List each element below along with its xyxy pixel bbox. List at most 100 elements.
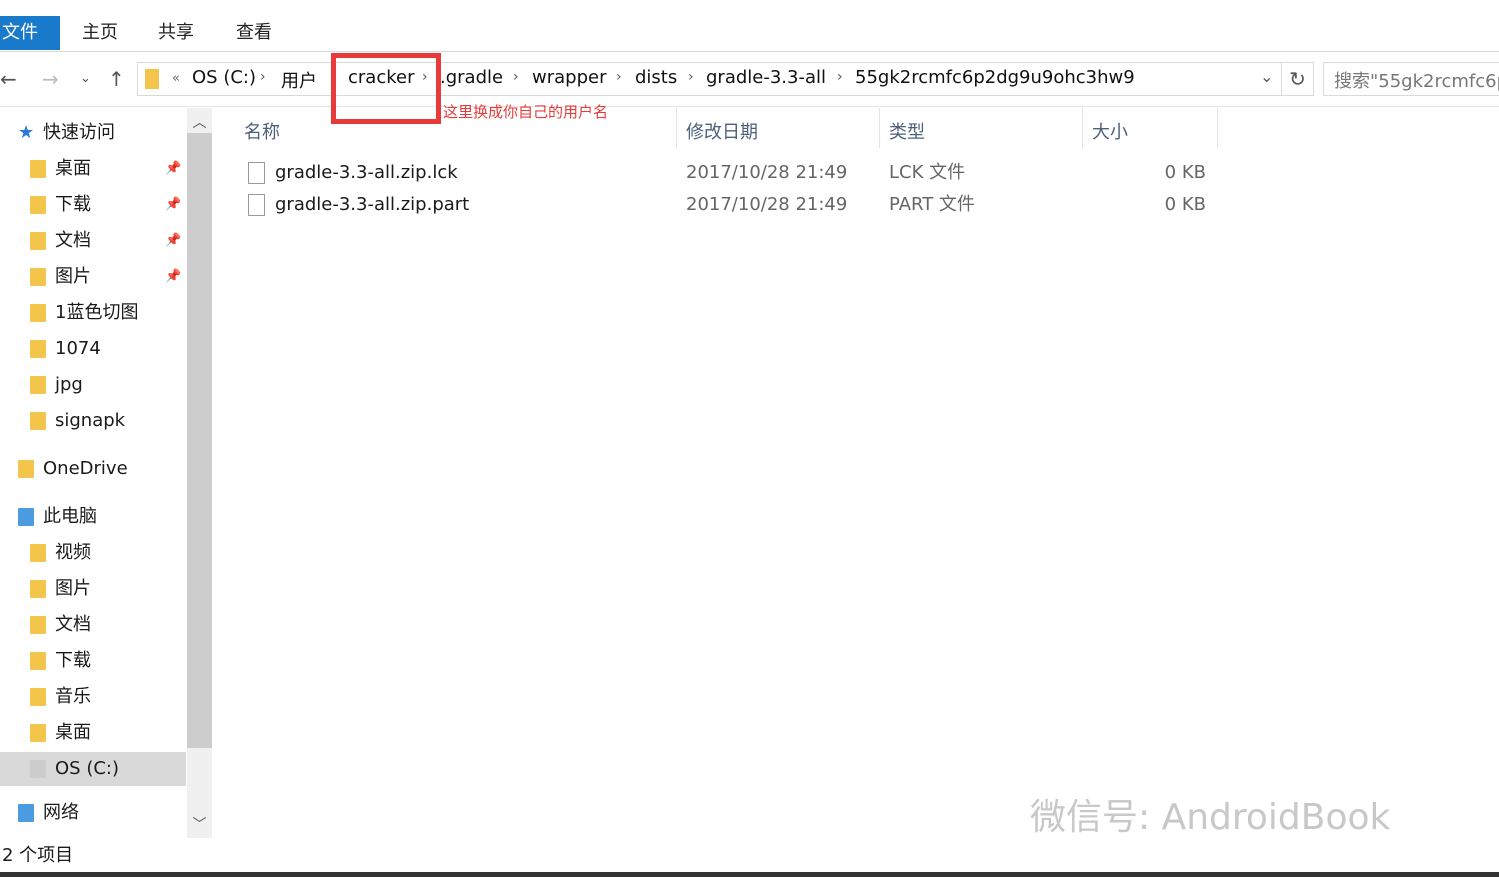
crumb-wrapper[interactable]: wrapper (532, 67, 606, 88)
tab-share[interactable]: 共享 (158, 16, 194, 50)
sidebar-item-label: 网络 (43, 802, 79, 823)
item-count: 2 个项目 (2, 845, 74, 866)
file-row[interactable]: gradle-3.3-all.zip.lck 2017/10/28 21:49 … (240, 157, 1220, 189)
crumb-users[interactable]: 用户 (281, 67, 317, 93)
sidebar-item-label: 视频 (55, 542, 91, 563)
sidebar-item-label: 下载 (55, 194, 91, 215)
chevron-right-icon[interactable]: › (513, 69, 519, 85)
tab-view[interactable]: 查看 (236, 16, 272, 50)
watermark: 微信号: AndroidBook (1030, 797, 1391, 838)
sidebar-item[interactable]: ★ 快速访问 (0, 116, 186, 150)
sidebar-item[interactable]: 文档 (0, 608, 186, 642)
tab-file[interactable]: 文件 (0, 16, 60, 50)
sidebar-item[interactable]: signapk (0, 404, 186, 438)
up-arrow-icon[interactable]: ↑ (108, 67, 125, 91)
sidebar-item[interactable]: 图片 (0, 572, 186, 606)
sidebar-item[interactable]: 音乐 (0, 680, 186, 714)
folder-icon (30, 340, 46, 358)
scroll-down-icon[interactable]: ﹀ (187, 814, 212, 834)
back-arrow-icon[interactable]: ← (0, 67, 17, 91)
navigation-pane: 网络 OS (C:) 桌面 音乐 下载 文档 图片 视频 此电脑 OneDrive signapk j… (0, 108, 212, 838)
crumb-dists[interactable]: dists (635, 67, 677, 88)
chevron-right-icon[interactable]: › (260, 69, 266, 85)
sidebar-item[interactable]: 网络 (0, 796, 186, 830)
desktop-folder-icon (30, 724, 46, 742)
sidebar-item-label: 1蓝色切图 (55, 302, 139, 323)
scroll-up-icon[interactable]: ︿ (187, 112, 212, 132)
pin-icon[interactable]: 📌 (165, 260, 181, 294)
column-type[interactable]: 类型 (889, 118, 925, 144)
sidebar-item-label: 桌面 (55, 158, 91, 179)
column-divider[interactable] (1082, 108, 1083, 148)
folder-icon (145, 69, 159, 89)
refresh-icon: ↻ (1289, 67, 1306, 91)
onedrive-icon (18, 460, 34, 478)
documents-folder-icon (30, 616, 46, 634)
sidebar-item-label: 图片 (55, 578, 91, 599)
chevron-right-icon[interactable]: › (837, 69, 843, 85)
ribbon: 文件 主页 共享 查看 (0, 16, 1499, 52)
crumb-gradle-version[interactable]: gradle-3.3-all (706, 67, 826, 88)
sidebar-item-label: 下载 (55, 650, 91, 671)
sidebar-item[interactable]: OS (C:) (0, 752, 186, 786)
sidebar-item[interactable]: 下载 📌 (0, 188, 186, 222)
chevron-down-icon[interactable]: ⌄ (1260, 67, 1273, 86)
videos-folder-icon (30, 544, 46, 562)
file-icon (248, 162, 265, 184)
pin-icon[interactable]: 📌 (165, 224, 181, 258)
search-input[interactable]: 搜索"55gk2rcmfc6p (1323, 62, 1499, 96)
file-date: 2017/10/28 21:49 (686, 194, 848, 215)
sidebar-item-label: 快速访问 (43, 122, 115, 143)
status-bar: 2 个项目 (0, 840, 1499, 872)
address-bar[interactable]: « OS (C:) › 用户 cracker › .gradle › wrapp… (137, 62, 1282, 96)
network-icon (18, 804, 34, 822)
sidebar-item[interactable]: 下载 (0, 644, 186, 678)
pin-icon[interactable]: 📌 (165, 152, 181, 186)
file-size: 0 KB (1164, 194, 1206, 215)
recent-chevron-icon[interactable]: ⌄ (80, 71, 91, 86)
chevron-right-icon[interactable]: › (688, 69, 694, 85)
column-name[interactable]: 名称 (244, 118, 280, 144)
sidebar-item[interactable]: 桌面 (0, 716, 186, 750)
refresh-button[interactable]: ↻ (1282, 62, 1314, 96)
column-divider[interactable] (1217, 108, 1218, 148)
sidebar-item[interactable]: jpg (0, 368, 186, 402)
file-row[interactable]: gradle-3.3-all.zip.part 2017/10/28 21:49… (240, 189, 1220, 221)
drive-icon (30, 760, 46, 778)
column-size[interactable]: 大小 (1092, 118, 1128, 144)
tab-home[interactable]: 主页 (82, 16, 118, 50)
column-date[interactable]: 修改日期 (686, 118, 758, 144)
highlight-box (331, 53, 441, 124)
overflow-crumb[interactable]: « (172, 71, 180, 86)
crumb-gradle[interactable]: .gradle (440, 67, 503, 88)
forward-arrow-icon[interactable]: → (42, 67, 59, 91)
folder-icon (30, 376, 46, 394)
crumb-hash[interactable]: 55gk2rcmfc6p2dg9u9ohc3hw9 (855, 67, 1135, 88)
sidebar-item-label: 文档 (55, 230, 91, 251)
sidebar-item-label: jpg (55, 374, 83, 395)
music-folder-icon (30, 688, 46, 706)
sidebar-item[interactable]: 视频 (0, 536, 186, 570)
pictures-folder-icon (30, 268, 46, 286)
chevron-right-icon[interactable]: › (616, 69, 622, 85)
sidebar-item[interactable]: 1蓝色切图 (0, 296, 186, 330)
crumb-os-c[interactable]: OS (C:) (192, 67, 256, 88)
sidebar-item[interactable]: 桌面 📌 (0, 152, 186, 186)
sidebar-scrollbar[interactable]: ︿ ﹀ (187, 108, 212, 838)
column-divider[interactable] (676, 108, 677, 148)
folder-icon (30, 412, 46, 430)
pin-icon[interactable]: 📌 (165, 188, 181, 222)
file-date: 2017/10/28 21:49 (686, 162, 848, 183)
sidebar-item[interactable]: 1074 (0, 332, 186, 366)
file-icon (248, 194, 265, 216)
scrollbar-thumb[interactable] (187, 133, 212, 748)
sidebar-item[interactable]: 文档 📌 (0, 224, 186, 258)
sidebar-item[interactable]: 此电脑 (0, 500, 186, 534)
documents-folder-icon (30, 232, 46, 250)
sidebar-item[interactable]: 图片 📌 (0, 260, 186, 294)
sidebar-item[interactable]: OneDrive (0, 452, 186, 486)
folder-icon (30, 304, 46, 322)
annotation-note: 这里换成你自己的用户名 (443, 103, 609, 121)
navigation-bar: ← → ⌄ ↑ « OS (C:) › 用户 cracker › .gradle… (0, 53, 1499, 107)
column-divider[interactable] (879, 108, 880, 148)
